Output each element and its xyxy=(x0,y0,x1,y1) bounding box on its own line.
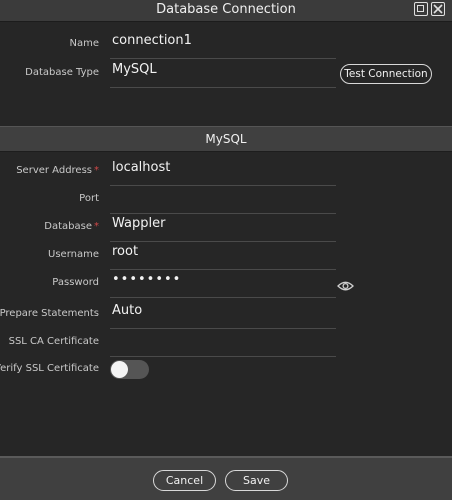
verify-ssl-row: Verify SSL Certificate xyxy=(0,359,452,387)
password-label: Password xyxy=(52,277,99,288)
database-label: Database * xyxy=(44,221,99,232)
password-row: Password •••••••• xyxy=(0,272,452,300)
database-type-label: Database Type xyxy=(25,67,99,78)
close-icon[interactable] xyxy=(431,2,445,16)
prepare-statements-label: Prepare Statements xyxy=(0,308,99,319)
ssl-ca-input[interactable] xyxy=(110,331,336,357)
username-input[interactable]: root xyxy=(110,244,336,270)
database-input[interactable]: Wappler xyxy=(110,216,336,242)
username-row: Username root xyxy=(0,244,452,272)
title-bar: Database Connection xyxy=(0,0,452,22)
ssl-ca-row: SSL CA Certificate xyxy=(0,331,452,359)
port-label: Port xyxy=(79,193,99,204)
name-row: Name connection1 xyxy=(0,33,452,61)
eye-icon[interactable] xyxy=(337,277,354,296)
prepare-statements-row: Prepare Statements Auto xyxy=(0,303,452,331)
password-input[interactable]: •••••••• xyxy=(110,272,336,298)
name-label: Name xyxy=(69,38,99,49)
save-button[interactable]: Save xyxy=(225,470,288,491)
port-row: Port xyxy=(0,188,452,216)
dialog-footer: Cancel Save xyxy=(0,456,452,500)
toggle-knob xyxy=(111,361,128,378)
server-address-input[interactable]: localhost xyxy=(110,160,336,186)
server-address-label: Server Address * xyxy=(16,165,99,176)
section-header: MySQL xyxy=(0,126,452,152)
required-marker: * xyxy=(94,165,99,176)
section-title: MySQL xyxy=(205,132,247,146)
window-title: Database Connection xyxy=(156,2,296,17)
test-connection-button[interactable]: Test Connection xyxy=(340,64,432,84)
required-marker: * xyxy=(94,221,99,232)
database-type-select[interactable]: MySQL xyxy=(110,62,336,88)
database-row: Database * Wappler xyxy=(0,216,452,244)
name-field[interactable]: connection1 xyxy=(110,33,336,59)
username-label: Username xyxy=(48,249,99,260)
cancel-button[interactable]: Cancel xyxy=(153,470,216,491)
prepare-statements-select[interactable]: Auto xyxy=(110,303,336,329)
maximize-icon[interactable] xyxy=(414,2,428,16)
verify-ssl-toggle[interactable] xyxy=(110,360,149,379)
ssl-ca-label: SSL CA Certificate xyxy=(8,336,99,347)
verify-ssl-label: Verify SSL Certificate xyxy=(0,363,99,374)
server-address-row: Server Address * localhost xyxy=(0,160,452,188)
port-input[interactable] xyxy=(110,188,336,214)
